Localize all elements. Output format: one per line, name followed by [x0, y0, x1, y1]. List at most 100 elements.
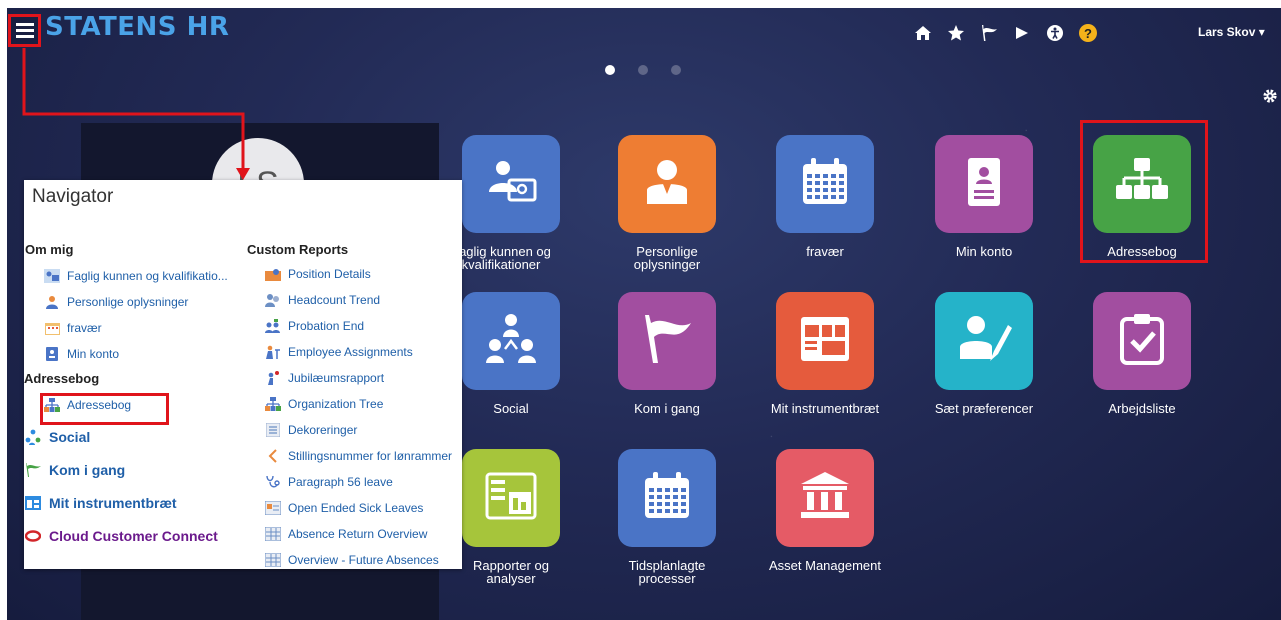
medical-icon	[265, 474, 281, 490]
nav-item-personlige-oplysninger[interactable]: Personlige oplysninger	[44, 289, 228, 315]
tile-label[interactable]: Sæt præferencer	[922, 402, 1046, 415]
nav-item-label[interactable]: Faglig kunnen og kvalifikatio...	[67, 269, 228, 283]
flag-icon	[25, 462, 41, 477]
user-menu[interactable]: Lars Skov ▾	[1198, 25, 1265, 39]
nav-item-organization-tree[interactable]: Organization Tree	[265, 391, 452, 417]
navigator-menu-button[interactable]	[8, 14, 41, 47]
tile-label[interactable]: Personlige oplysninger	[605, 245, 729, 271]
nav-item-label[interactable]: Overview - Future Absences	[288, 553, 439, 567]
tile-label[interactable]: Kom i gang	[605, 402, 729, 415]
nav-item-employee-assignments[interactable]: Employee Assignments	[265, 339, 452, 365]
tile-fravær[interactable]: fravær	[763, 135, 887, 258]
nav-item-headcount-trend[interactable]: Headcount Trend	[265, 287, 452, 313]
tile-icon-box[interactable]	[776, 292, 874, 390]
navigator-right-column: Custom Reports Position Details Headcount…	[247, 242, 452, 573]
tile-label[interactable]: Min konto	[922, 245, 1046, 258]
nav-item-label[interactable]: Paragraph 56 leave	[288, 475, 393, 489]
home-icon[interactable]	[906, 20, 939, 46]
tile-label[interactable]: fravær	[763, 245, 887, 258]
nav-item-stillingsnummer-for-lønrammer[interactable]: Stillingsnummer for lønrammer	[265, 443, 452, 469]
tile-icon-box[interactable]	[618, 135, 716, 233]
nav-item-dekoreringer[interactable]: Dekoreringer	[265, 417, 452, 443]
nav-item-paragraph-56-leave[interactable]: Paragraph 56 leave	[265, 469, 452, 495]
nav-item-mit-instrumentbræt[interactable]: Mit instrumentbræt	[25, 486, 228, 519]
skills-certificate-icon	[483, 154, 539, 215]
app-logo[interactable]: STATENS HR	[45, 12, 229, 42]
nav-item-label[interactable]: Absence Return Overview	[288, 527, 427, 541]
tile-label[interactable]: Rapporter og analyser	[449, 559, 573, 585]
tile-icon-box[interactable]	[935, 135, 1033, 233]
flag-icon[interactable]	[972, 20, 1005, 46]
tile-icon-box[interactable]	[935, 292, 1033, 390]
tile-icon-box[interactable]	[462, 292, 560, 390]
gear-icon[interactable]	[1262, 88, 1278, 109]
nav-item-cloud-customer-connect[interactable]: Cloud Customer Connect	[25, 519, 228, 552]
section-heading-custom-reports: Custom Reports	[247, 242, 349, 257]
tile-arbejdsliste[interactable]: Arbejdsliste	[1080, 292, 1204, 415]
star-icon[interactable]	[939, 20, 972, 46]
tile-icon-box[interactable]	[1093, 292, 1191, 390]
nav-item-label[interactable]: Min konto	[67, 347, 119, 361]
calendar-icon	[639, 468, 695, 529]
person-icon	[44, 294, 60, 310]
nav-item-label[interactable]: Mit instrumentbræt	[49, 495, 177, 511]
tile-asset-management[interactable]: Asset Management	[763, 449, 887, 572]
nav-item-kom-i-gang[interactable]: Kom i gang	[25, 453, 228, 486]
tile-label[interactable]: Social	[449, 402, 573, 415]
people-network-icon	[25, 429, 41, 445]
tile-icon-box[interactable]	[618, 449, 716, 547]
tile-label[interactable]: Asset Management	[763, 559, 887, 572]
tile-label[interactable]: Tidsplanlagte processer	[605, 559, 729, 585]
nav-item-label[interactable]: Personlige oplysninger	[67, 295, 188, 309]
anniversary-icon	[265, 370, 281, 386]
page-dot[interactable]	[638, 65, 648, 75]
sick-leave-icon	[265, 500, 281, 516]
nav-item-label[interactable]: Probation End	[288, 319, 364, 333]
global-toolbar: ?	[906, 20, 1105, 46]
tile-label[interactable]: Mit instrumentbræt	[763, 402, 887, 415]
tile-tidsplanlagte-processer[interactable]: Tidsplanlagte processer	[605, 449, 729, 585]
tile-icon-box[interactable]	[618, 292, 716, 390]
tile-icon-box[interactable]	[776, 449, 874, 547]
nav-item-fravær[interactable]: fravær	[44, 315, 228, 341]
nav-item-probation-end[interactable]: Probation End	[265, 313, 452, 339]
nav-item-label[interactable]: Dekoreringer	[288, 423, 357, 437]
nav-item-label[interactable]: Position Details	[288, 267, 371, 281]
tile-label[interactable]: Arbejdsliste	[1080, 402, 1204, 415]
nav-item-label[interactable]: Open Ended Sick Leaves	[288, 501, 423, 515]
tile-faglig-kunnen-og-kvalifikationer[interactable]: Faglig kunnen og kvalifikationer	[449, 135, 573, 271]
nav-item-label[interactable]: Social	[49, 429, 90, 445]
nav-item-label[interactable]: Cloud Customer Connect	[49, 528, 218, 544]
tile-sæt-præferencer[interactable]: Sæt præferencer	[922, 292, 1046, 415]
nav-item-position-details[interactable]: Position Details	[265, 261, 452, 287]
megaphone-icon[interactable]	[1005, 20, 1038, 46]
tile-min-konto[interactable]: Min konto	[922, 135, 1046, 258]
page-dot[interactable]	[671, 65, 681, 75]
tile-personlige-oplysninger[interactable]: Personlige oplysninger	[605, 135, 729, 271]
nav-item-open-ended-sick-leaves[interactable]: Open Ended Sick Leaves	[265, 495, 452, 521]
nav-item-absence-return-overview[interactable]: Absence Return Overview	[265, 521, 452, 547]
nav-item-label[interactable]: fravær	[67, 321, 102, 335]
nav-item-label[interactable]: Organization Tree	[288, 397, 383, 411]
accessibility-icon[interactable]	[1038, 20, 1071, 46]
nav-item-label[interactable]: Stillingsnummer for lønrammer	[288, 449, 452, 463]
tile-kom-i-gang[interactable]: Kom i gang	[605, 292, 729, 415]
nav-item-label[interactable]: Kom i gang	[49, 462, 125, 478]
report-grid-icon	[265, 552, 281, 568]
help-icon[interactable]: ?	[1079, 24, 1097, 42]
tile-mit-instrumentbræt[interactable]: Mit instrumentbræt	[763, 292, 887, 415]
page-dot-active[interactable]	[605, 65, 615, 75]
tile-rapporter-og-analyser[interactable]: Rapporter og analyser	[449, 449, 573, 585]
nav-item-overview-future-absences[interactable]: Overview - Future Absences	[265, 547, 452, 573]
nav-item-label[interactable]: Jubilæumsrapport	[288, 371, 384, 385]
tile-icon-box[interactable]	[462, 449, 560, 547]
nav-item-jubilæumsrapport[interactable]: Jubilæumsrapport	[265, 365, 452, 391]
nav-item-label[interactable]: Employee Assignments	[288, 345, 413, 359]
nav-item-faglig-kunnen-og-kvalifikatio[interactable]: Faglig kunnen og kvalifikatio...	[44, 263, 228, 289]
nav-item-label[interactable]: Headcount Trend	[288, 293, 380, 307]
tile-social[interactable]: Social	[449, 292, 573, 415]
tile-icon-box[interactable]	[776, 135, 874, 233]
tile-icon-box[interactable]	[462, 135, 560, 233]
calendar-icon	[44, 320, 60, 336]
nav-item-min-konto[interactable]: Min konto	[44, 341, 228, 367]
